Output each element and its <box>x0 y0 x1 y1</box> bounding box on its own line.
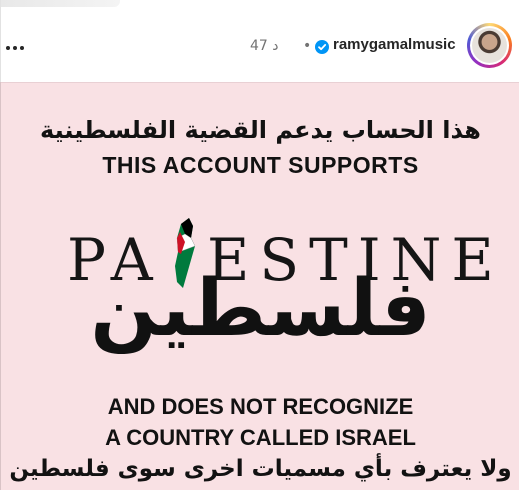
more-options-button[interactable] <box>4 38 26 58</box>
more-options-icon <box>6 46 24 50</box>
image-top-edge <box>1 82 519 83</box>
avatar[interactable] <box>467 23 512 68</box>
username-link[interactable]: ramygamalmusic <box>333 36 456 53</box>
english-line-3: A COUNTRY CALLED ISRAEL <box>105 425 416 450</box>
verified-badge-icon <box>315 40 329 54</box>
arabic-heading: هذا الحساب يدعم القضية الفلسطينية <box>40 116 481 144</box>
previous-post-edge <box>0 0 120 7</box>
post-header: 47 د • ramygamalmusic <box>0 20 519 82</box>
header-separator: • <box>303 38 312 54</box>
post-time[interactable]: 47 د <box>250 38 279 54</box>
post-image[interactable]: هذا الحساب يدعم القضية الفلسطينية THIS A… <box>0 82 519 490</box>
arabic-footer: ولا يعترف بأي مسميات اخرى سوى فلسطين <box>9 456 512 482</box>
english-heading: THIS ACCOUNT SUPPORTS <box>102 152 419 178</box>
english-line-2: AND DOES NOT RECOGNIZE <box>107 394 414 419</box>
avatar-photo <box>472 28 507 63</box>
avatar-border <box>470 26 509 65</box>
arabic-calligraphy: فلسطين <box>90 264 431 354</box>
